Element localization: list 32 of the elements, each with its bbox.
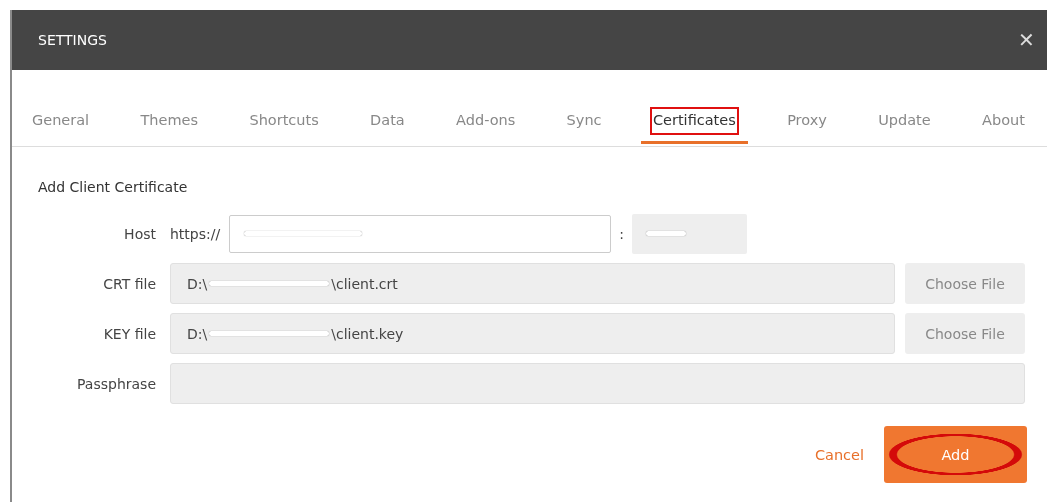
port-field[interactable] — [631, 213, 747, 254]
tab[interactable]: Update — [866, 98, 943, 144]
path-text: D:\ — [187, 325, 208, 342]
tab[interactable]: Themes — [128, 98, 211, 144]
path-text: \client.crt — [331, 275, 398, 292]
tab[interactable]: Proxy — [775, 98, 839, 144]
field-label: Host — [123, 225, 156, 242]
file-path-field[interactable]: D:\ \client.key — [170, 313, 895, 354]
port-separator: : — [619, 225, 624, 242]
field-label: CRT file — [102, 275, 156, 292]
tab[interactable]: Data — [358, 98, 417, 144]
tab[interactable]: About — [970, 98, 1037, 144]
section-title: Add Client Certificate — [38, 179, 189, 195]
tab[interactable]: Shortcuts — [237, 98, 331, 144]
choose-file-button[interactable]: Choose File — [905, 263, 1025, 304]
field-label: Passphrase — [76, 375, 156, 392]
cancel-button[interactable]: Cancel — [808, 445, 870, 464]
passphrase-field[interactable] — [170, 363, 1025, 404]
path-text: D:\ — [187, 275, 208, 292]
host-field[interactable] — [229, 214, 612, 253]
tab[interactable]: Add-ons — [444, 98, 528, 144]
close-button[interactable]: ✕ — [1014, 28, 1039, 52]
scheme-label: https:// — [170, 225, 221, 242]
tab[interactable]: Certificates — [640, 98, 748, 144]
file-path-field[interactable]: D:\ \client.crt — [170, 263, 895, 304]
field-label: KEY file — [102, 325, 156, 342]
path-text: \client.key — [331, 325, 404, 342]
window-title: SETTINGS — [38, 32, 107, 48]
choose-file-button[interactable]: Choose File — [905, 313, 1025, 354]
tab[interactable]: Sync — [554, 98, 614, 144]
add-button[interactable]: Add — [884, 426, 1027, 483]
tab[interactable]: General — [20, 98, 102, 144]
